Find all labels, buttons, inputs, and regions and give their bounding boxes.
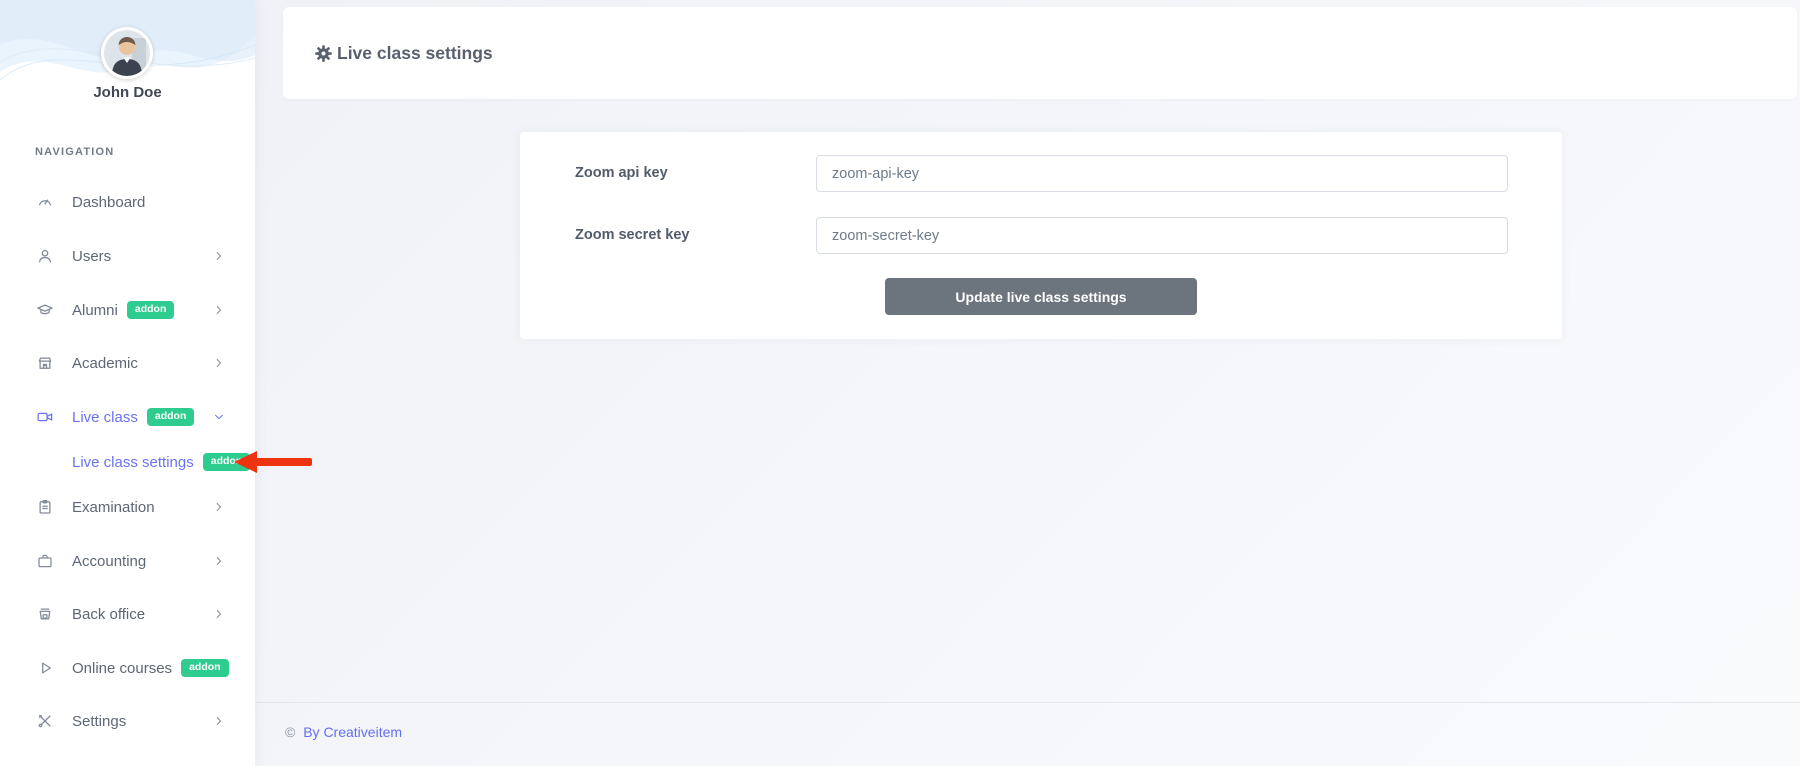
zoom-secret-key-label: Zoom secret key bbox=[575, 227, 690, 243]
sidebar-item-label: Alumni bbox=[72, 301, 118, 319]
printer-icon bbox=[36, 605, 54, 623]
sidebar-item-label: Examination bbox=[72, 498, 155, 516]
sidebar-item-live-class[interactable]: Live class addon bbox=[0, 404, 255, 430]
sidebar-item-academic[interactable]: Academic bbox=[0, 350, 255, 376]
settings-form-card: Zoom api key Zoom secret key Update live… bbox=[520, 132, 1562, 339]
sidebar-item-label: Academic bbox=[72, 354, 138, 372]
page-header: Live class settings bbox=[283, 7, 1797, 99]
creativeitem-link[interactable]: By Creativeitem bbox=[303, 724, 402, 740]
zoom-api-key-label: Zoom api key bbox=[575, 165, 668, 181]
footer: © By Creativeitem bbox=[285, 724, 402, 740]
chevron-right-icon bbox=[212, 554, 226, 568]
sidebar-item-label: Accounting bbox=[72, 552, 147, 570]
gauge-icon bbox=[36, 193, 54, 211]
sidebar-item-back-office[interactable]: Back office bbox=[0, 601, 255, 627]
sidebar: John Doe NAVIGATION Dashboard Users Alum… bbox=[0, 0, 255, 766]
clipboard-icon bbox=[36, 498, 54, 516]
chevron-right-icon bbox=[212, 607, 226, 621]
chevron-right-icon bbox=[212, 249, 226, 263]
arrow-shaft bbox=[256, 458, 312, 466]
sidebar-item-online-courses[interactable]: Online courses addon bbox=[0, 655, 255, 681]
sidebar-item-dashboard[interactable]: Dashboard bbox=[0, 189, 255, 215]
sidebar-item-examination[interactable]: Examination bbox=[0, 494, 255, 520]
video-camera-icon bbox=[36, 408, 54, 426]
sidebar-item-alumni[interactable]: Alumni addon bbox=[0, 297, 255, 323]
chevron-right-icon bbox=[212, 500, 226, 514]
page-title: Live class settings bbox=[337, 42, 493, 63]
chevron-right-icon bbox=[212, 714, 226, 728]
update-live-class-settings-button[interactable]: Update live class settings bbox=[885, 278, 1197, 315]
briefcase-icon bbox=[36, 552, 54, 570]
play-icon bbox=[36, 659, 54, 677]
avatar[interactable] bbox=[101, 27, 153, 79]
sidebar-item-label: Users bbox=[72, 247, 112, 265]
navigation-section-label: NAVIGATION bbox=[35, 146, 115, 158]
zoom-api-key-input[interactable] bbox=[816, 155, 1508, 192]
addon-badge: addon bbox=[126, 301, 175, 319]
sidebar-item-label: Live class settings bbox=[72, 453, 194, 471]
school-building-icon bbox=[36, 354, 54, 372]
sidebar-item-live-class-settings[interactable]: Live class settings addon bbox=[0, 449, 255, 475]
zoom-secret-key-input[interactable] bbox=[816, 217, 1508, 254]
gear-icon bbox=[313, 43, 334, 64]
footer-divider bbox=[255, 702, 1800, 703]
sidebar-item-label: Online courses bbox=[72, 659, 173, 677]
sidebar-item-label: Dashboard bbox=[72, 193, 146, 211]
chevron-right-icon bbox=[212, 303, 226, 317]
user-name: John Doe bbox=[93, 84, 162, 101]
arrow-head bbox=[234, 451, 257, 473]
users-icon bbox=[36, 247, 54, 265]
chevron-down-icon bbox=[212, 410, 226, 424]
tools-icon bbox=[36, 712, 54, 730]
graduation-cap-icon bbox=[36, 301, 54, 319]
addon-badge: addon bbox=[146, 408, 195, 426]
sidebar-item-label: Live class bbox=[72, 408, 138, 426]
sidebar-item-users[interactable]: Users bbox=[0, 243, 255, 269]
copyright-symbol: © bbox=[285, 724, 296, 740]
chevron-right-icon bbox=[212, 356, 226, 370]
sidebar-item-settings[interactable]: Settings bbox=[0, 708, 255, 734]
sidebar-item-label: Back office bbox=[72, 605, 146, 623]
sidebar-item-label: Settings bbox=[72, 712, 127, 730]
sidebar-item-accounting[interactable]: Accounting bbox=[0, 548, 255, 574]
addon-badge: addon bbox=[181, 659, 229, 677]
